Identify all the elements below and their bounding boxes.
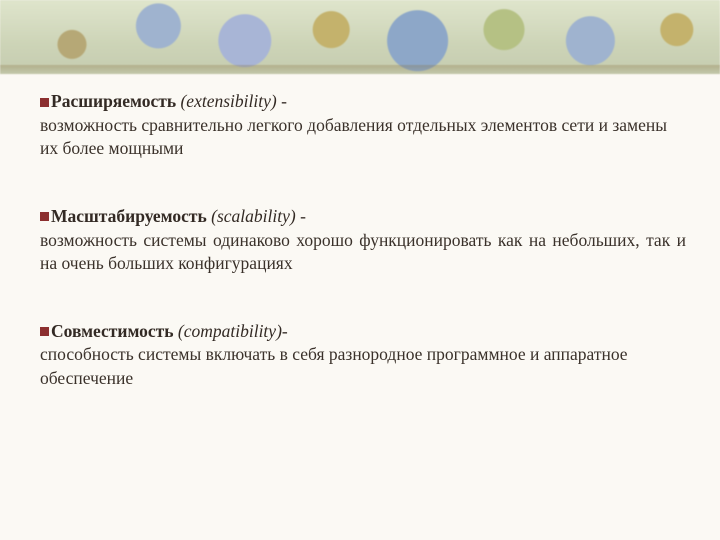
list-item: Совместимость (compatibility)- способнос…	[40, 320, 686, 391]
term: Совместимость	[51, 321, 174, 341]
square-bullet-icon	[40, 98, 49, 107]
decorative-banner	[0, 0, 720, 74]
slide: Расширяемость (extensibility) - возможно…	[0, 0, 720, 540]
dash: -	[277, 91, 287, 111]
content-area: Расширяемость (extensibility) - возможно…	[40, 90, 686, 391]
item-description: возможность системы одинаково хорошо фун…	[40, 229, 686, 276]
item-description: возможность сравнительно легкого добавле…	[40, 114, 686, 161]
term-english: (scalability)	[211, 206, 296, 226]
dash: -	[296, 206, 306, 226]
term-english: (extensibility)	[180, 91, 276, 111]
dash: -	[282, 321, 288, 341]
square-bullet-icon	[40, 327, 49, 336]
item-heading: Совместимость (compatibility)-	[40, 320, 686, 344]
term-english: (compatibility)	[178, 321, 282, 341]
item-description: способность системы включать в себя разн…	[40, 343, 686, 390]
item-heading: Масштабируемость (scalability) -	[40, 205, 686, 229]
term: Масштабируемость	[51, 206, 207, 226]
square-bullet-icon	[40, 212, 49, 221]
list-item: Расширяемость (extensibility) - возможно…	[40, 90, 686, 161]
item-heading: Расширяемость (extensibility) -	[40, 90, 686, 114]
term: Расширяемость	[51, 91, 176, 111]
list-item: Масштабируемость (scalability) - возможн…	[40, 205, 686, 276]
